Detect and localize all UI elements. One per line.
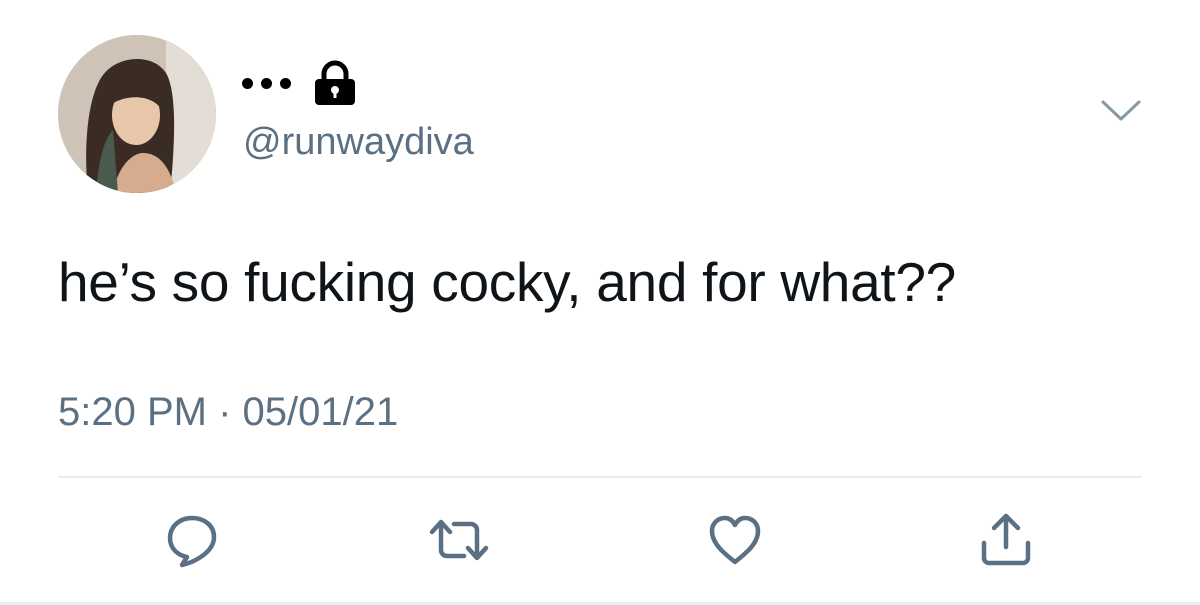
display-name-dots — [242, 77, 291, 89]
share-button[interactable] — [971, 505, 1041, 575]
lock-icon — [313, 60, 357, 106]
avatar-image — [58, 35, 216, 193]
heart-icon — [709, 515, 761, 565]
dot — [280, 77, 291, 89]
retweet-icon — [429, 519, 489, 561]
dot — [261, 77, 272, 89]
share-icon — [981, 513, 1031, 566]
divider — [58, 476, 1142, 478]
user-handle[interactable]: @runwaydiva — [243, 121, 474, 164]
action-bar — [0, 505, 1200, 575]
tweet-card: @runwaydiva he’s so fucking cocky, and f… — [0, 0, 1200, 605]
reply-icon — [167, 515, 217, 568]
chevron-down-icon[interactable] — [1100, 98, 1142, 124]
retweet-button[interactable] — [424, 505, 494, 575]
like-button[interactable] — [700, 505, 770, 575]
reply-button[interactable] — [157, 505, 227, 575]
dot — [242, 77, 253, 89]
avatar[interactable] — [58, 35, 216, 193]
tweet-text: he’s so fucking cocky, and for what?? — [58, 251, 956, 313]
display-name[interactable] — [242, 58, 357, 108]
tweet-timestamp[interactable]: 5:20 PM · 05/01/21 — [58, 390, 398, 435]
